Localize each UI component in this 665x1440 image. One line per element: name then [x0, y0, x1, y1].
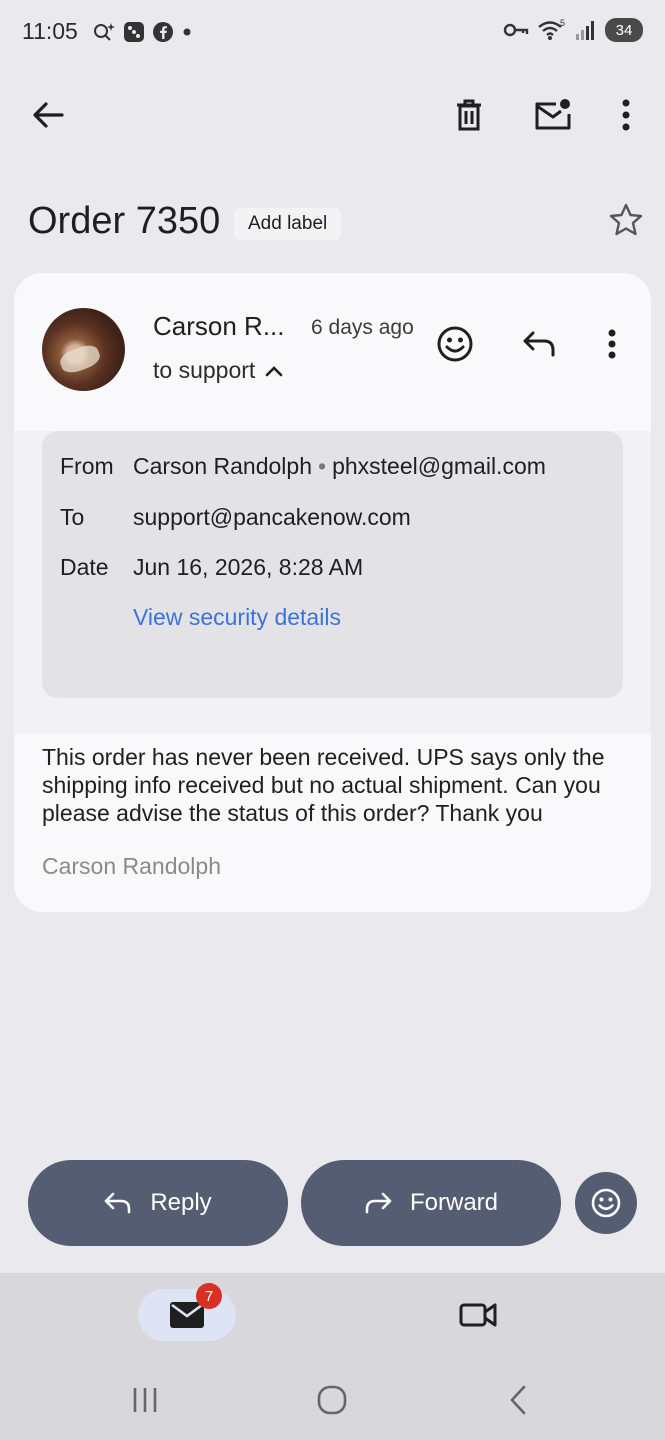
reply-icon	[105, 1192, 131, 1214]
status-time: 11:05	[22, 18, 78, 44]
more-options-button[interactable]	[603, 92, 649, 138]
battery-indicator: 34	[605, 18, 643, 42]
signal-icon	[576, 21, 594, 40]
message-more-button[interactable]	[608, 329, 616, 364]
more-vert-icon	[622, 99, 630, 131]
email-signature: Carson Randolph	[42, 853, 222, 879]
delete-button[interactable]	[446, 92, 492, 138]
date-label: Date	[60, 554, 109, 580]
nav-meet-tab[interactable]	[455, 1295, 501, 1335]
home-icon	[317, 1385, 347, 1415]
wifi-label: 5	[560, 18, 565, 28]
details-section: From Carson Randolph • phxsteel@gmail.com …	[14, 431, 651, 734]
more-vert-icon	[608, 329, 616, 359]
back-button[interactable]	[25, 92, 71, 138]
separator-dot: •	[318, 453, 327, 479]
forward-label: Forward	[409, 1189, 499, 1216]
forward-button[interactable]: Forward	[301, 1160, 561, 1246]
date-value: Jun 16, 2026, 8:28 AM	[133, 554, 364, 580]
mark-unread-button[interactable]	[530, 92, 576, 138]
message-card: Carson R... 6 days ago to support From C…	[14, 273, 651, 912]
from-value: Carson Randolph • phxsteel@gmail.com	[133, 453, 546, 480]
react-emoji-button[interactable]	[436, 325, 474, 368]
add-label-button[interactable]: Add label	[234, 208, 342, 240]
sender-avatar[interactable]	[42, 308, 125, 391]
sender-name[interactable]: Carson R...	[153, 311, 285, 342]
details-box: From Carson Randolph • phxsteel@gmail.com …	[42, 431, 623, 698]
dice-icon	[124, 22, 144, 42]
to-value[interactable]: support@pancakenow.com	[133, 504, 411, 531]
recent-apps-icon	[133, 1388, 157, 1412]
arrow-left-icon	[33, 102, 64, 128]
message-time: 6 days ago	[311, 316, 414, 339]
reply-button[interactable]: Reply	[28, 1160, 288, 1246]
email-body: This order has never been received. UPS …	[42, 744, 605, 826]
home-button[interactable]	[307, 1378, 357, 1422]
status-notification-icons	[92, 20, 194, 44]
wifi-icon: 5	[538, 18, 565, 40]
from-name: Carson Randolph	[133, 453, 313, 479]
star-button[interactable]	[608, 202, 644, 243]
emoji-reaction-button[interactable]	[575, 1172, 637, 1234]
chevron-left-icon	[510, 1385, 526, 1415]
unread-count-badge: 7	[196, 1283, 222, 1309]
sparkle-search-icon	[94, 23, 115, 41]
status-right-icons: 5 34	[503, 18, 643, 42]
notification-dot-icon	[183, 28, 191, 36]
video-camera-icon	[459, 1303, 497, 1327]
trash-icon	[457, 99, 481, 131]
facebook-icon	[153, 22, 173, 42]
recipient-toggle[interactable]: to support	[153, 357, 283, 384]
mail-unread-icon	[535, 99, 571, 130]
reply-icon	[523, 331, 555, 357]
top-app-bar	[0, 80, 665, 150]
vpn-key-icon	[503, 23, 529, 37]
emoji-icon	[591, 1188, 621, 1218]
subject-row: Order 7350 Add label	[28, 196, 648, 252]
recent-apps-button[interactable]	[120, 1378, 170, 1422]
email-subject: Order 7350	[28, 200, 221, 242]
recipient-summary: to support	[153, 357, 256, 383]
forward-icon	[365, 1192, 392, 1214]
reply-icon-button[interactable]	[522, 331, 556, 362]
chevron-up-icon	[265, 365, 283, 376]
from-email[interactable]: phxsteel@gmail.com	[332, 453, 546, 479]
star-icon	[609, 203, 643, 236]
view-security-details-link[interactable]: View security details	[133, 604, 341, 631]
bottom-navigation: 7	[0, 1273, 665, 1440]
emoji-icon	[437, 326, 473, 362]
reply-label: Reply	[150, 1189, 212, 1216]
to-label: To	[60, 504, 85, 530]
system-back-button[interactable]	[493, 1378, 543, 1422]
status-bar: 11:05 5 34	[0, 0, 665, 64]
from-label: From	[60, 453, 114, 479]
